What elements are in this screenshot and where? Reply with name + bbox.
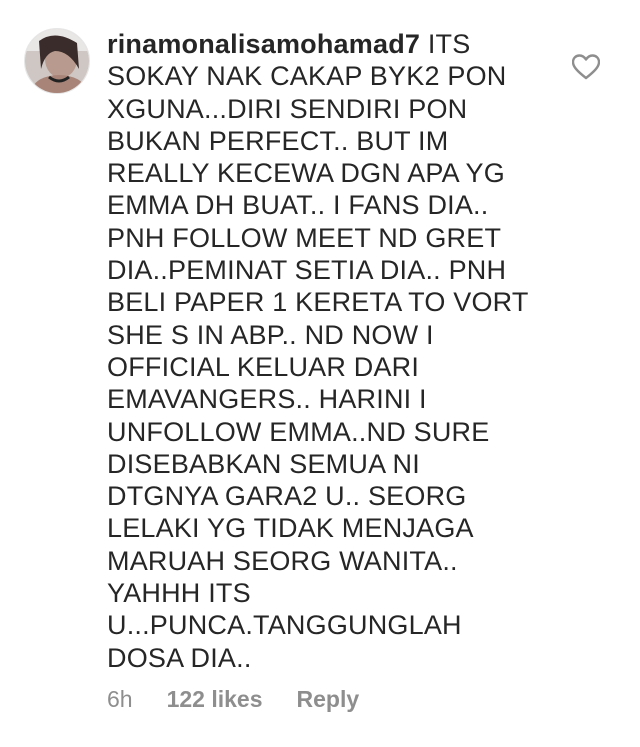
avatar-image — [25, 29, 89, 93]
comment-text: ITS SOKAY NAK CAKAP BYK2 PON XGUNA...DIR… — [107, 29, 529, 673]
reply-button[interactable]: Reply — [297, 686, 360, 713]
comment-likes-count[interactable]: 122 likes — [167, 686, 263, 713]
comment-username[interactable]: rinamonalisamohamad7 — [107, 29, 420, 59]
avatar[interactable] — [24, 28, 90, 94]
comment-meta: 6h 122 likes Reply — [107, 686, 359, 713]
heart-outline-icon[interactable] — [572, 54, 600, 80]
comment-text-block: rinamonalisamohamad7 ITS SOKAY NAK CAKAP… — [107, 28, 537, 674]
comment-timestamp: 6h — [107, 686, 133, 712]
comment-body: rinamonalisamohamad7 ITS SOKAY NAK CAKAP… — [107, 28, 537, 674]
comment-item: rinamonalisamohamad7 ITS SOKAY NAK CAKAP… — [0, 0, 640, 747]
